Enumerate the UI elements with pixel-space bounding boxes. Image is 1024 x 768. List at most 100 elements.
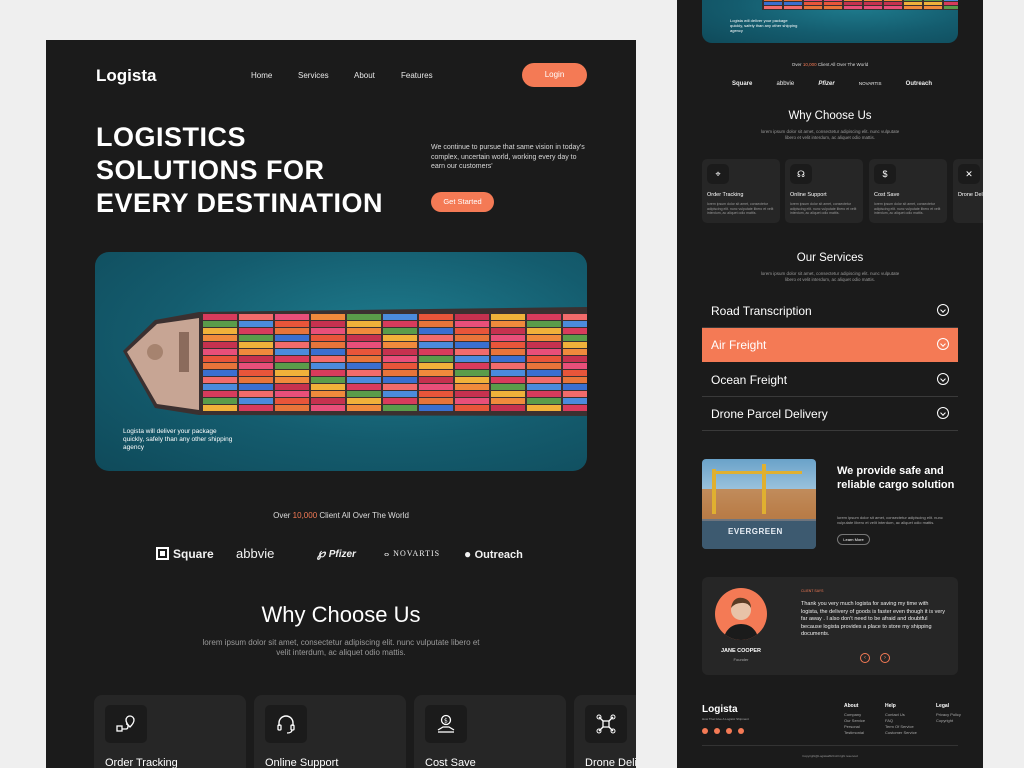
cargo-container (455, 335, 489, 341)
brand-abbvie: abbvie (236, 546, 275, 561)
prev-arrow-button[interactable]: ‹ (860, 653, 870, 663)
feature-card-online-support[interactable]: ☊ Online Support lorem ipsum dolor sit a… (785, 159, 863, 223)
cargo-container (275, 342, 309, 348)
coin-hand-icon: $ (425, 705, 467, 743)
feature-card-cost-save[interactable]: $ Cost Save lorem ipsum dolor sit amet, … (869, 159, 947, 223)
cargo-container (944, 0, 958, 1)
cargo-container (491, 356, 525, 362)
feature-card-order-tracking[interactable]: ⌖ Order Tracking lorem ipsum dolor sit a… (702, 159, 780, 223)
nav-about[interactable]: About (354, 71, 375, 80)
footer-link[interactable]: Privacy Policy (936, 712, 961, 717)
cargo-container (784, 6, 802, 9)
cargo-container (383, 391, 417, 397)
footer-link[interactable]: Company (844, 712, 861, 717)
clients-count: Over 10,000 Client All Over The World (791, 62, 869, 67)
social-facebook-icon[interactable] (702, 728, 708, 734)
cargo-container (383, 370, 417, 376)
footer-link[interactable]: Our Service (844, 718, 865, 723)
cargo-container (383, 314, 417, 320)
footer-link[interactable]: Customer Service (885, 730, 917, 735)
social-pinterest-icon[interactable] (738, 728, 744, 734)
cargo-container (275, 328, 309, 334)
footer-copyright: Copyright@Logista2024 All right reserved (802, 754, 858, 758)
cargo-container (924, 2, 942, 5)
cargo-container (419, 384, 453, 390)
social-instagram-icon[interactable] (714, 728, 720, 734)
cargo-container (491, 398, 525, 404)
cargo-container (311, 405, 345, 411)
cargo-container (527, 363, 561, 369)
footer-logo[interactable]: Logista (702, 704, 738, 715)
cargo-container (491, 384, 525, 390)
cargo-container (311, 335, 345, 341)
cargo-container (311, 356, 345, 362)
cargo-container (203, 342, 237, 348)
cargo-container (491, 335, 525, 341)
cargo-container (864, 6, 882, 9)
nav-services[interactable]: Services (298, 71, 329, 80)
cargo-container (455, 405, 489, 411)
cargo-container (563, 363, 587, 369)
cargo-container (455, 391, 489, 397)
cargo-container (864, 0, 882, 1)
cargo-container (383, 398, 417, 404)
learn-more-button[interactable]: Learn More (837, 534, 870, 545)
footer-link[interactable]: Contact Us (885, 712, 905, 717)
login-button[interactable]: Login (522, 63, 587, 87)
hero-subtitle: We continue to pursue that same vision i… (431, 144, 585, 170)
cargo-container (455, 398, 489, 404)
footer-link[interactable]: Term Of Service (885, 724, 914, 729)
feature-card-online-support[interactable]: Online Support (254, 695, 406, 768)
cargo-container (419, 356, 453, 362)
cargo-container (764, 0, 782, 1)
feature-card-drone-delivery[interactable]: Drone Delivery (574, 695, 636, 768)
chevron-down-icon (937, 373, 949, 385)
cargo-container (563, 356, 587, 362)
cargo-container (904, 2, 922, 5)
service-ocean-freight[interactable]: Ocean Freight (702, 363, 958, 397)
cargo-container (455, 370, 489, 376)
cargo-container (527, 391, 561, 397)
social-twitter-icon[interactable] (726, 728, 732, 734)
cargo-container (904, 6, 922, 9)
footer-link[interactable]: Copyright (936, 718, 953, 723)
cargo-container (455, 314, 489, 320)
footer-link[interactable]: Personal (844, 724, 860, 729)
service-air-freight[interactable]: Air Freight (702, 328, 958, 362)
headset-icon: ☊ (790, 164, 812, 184)
brand-logo[interactable]: Logista (96, 66, 156, 86)
promo-image: EVERGREEN (702, 459, 816, 549)
cargo-container (884, 0, 902, 1)
feature-card-cost-save[interactable]: $ Cost Save (414, 695, 566, 768)
service-drone-parcel-delivery[interactable]: Drone Parcel Delivery (702, 397, 958, 431)
feature-card-drone-delivery[interactable]: ✕ Drone Delivery (953, 159, 983, 223)
cargo-container (203, 321, 237, 327)
evergreen-text: EVERGREEN (728, 527, 783, 536)
cargo-container (563, 349, 587, 355)
nav-home[interactable]: Home (251, 71, 272, 80)
cargo-container (844, 6, 862, 9)
cargo-container (844, 2, 862, 5)
cargo-container (764, 2, 782, 5)
cargo-container (275, 398, 309, 404)
cargo-container (347, 377, 381, 383)
next-arrow-button[interactable]: › (880, 653, 890, 663)
cargo-container (203, 349, 237, 355)
footer-link[interactable]: FAQ (885, 718, 893, 723)
hero-image-caption: Logista will deliver your package quickl… (730, 18, 798, 33)
cargo-container (491, 342, 525, 348)
nav-features[interactable]: Features (401, 71, 433, 80)
services-title: Our Services (796, 252, 864, 264)
cargo-container (239, 398, 273, 404)
cargo-container (419, 342, 453, 348)
brand-row: Square abbvie Pfizer NOVARTIS Outreach (732, 81, 932, 87)
feature-card-order-tracking[interactable]: Order Tracking (94, 695, 246, 768)
cargo-container (311, 370, 345, 376)
cargo-container (924, 0, 942, 1)
service-road-transcription[interactable]: Road Transcription (702, 294, 958, 328)
cargo-container (311, 363, 345, 369)
footer-help-title: Help (885, 703, 896, 709)
footer-divider (702, 745, 958, 746)
footer-link[interactable]: Testimonial (844, 730, 864, 735)
get-started-button[interactable]: Get Started (431, 192, 494, 212)
